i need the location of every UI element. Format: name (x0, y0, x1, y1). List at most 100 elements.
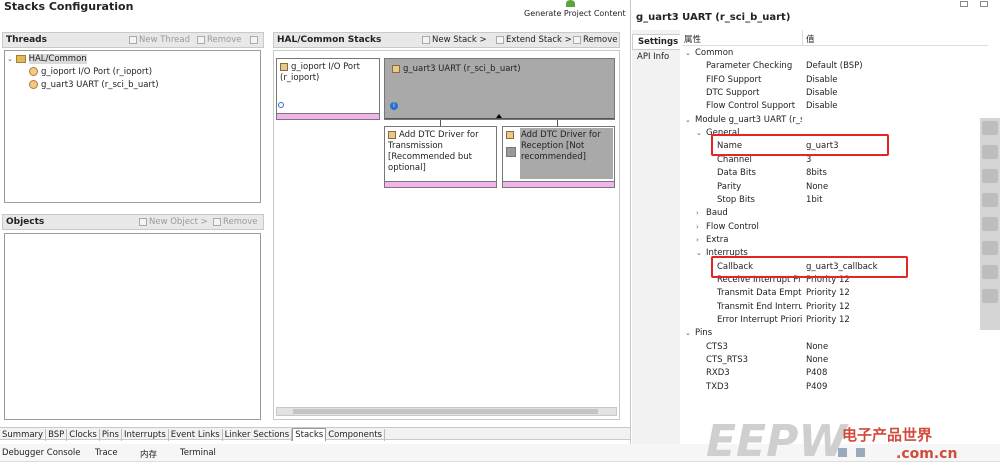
tab-summary[interactable]: Summary (0, 429, 47, 441)
tab-settings[interactable]: Settings (632, 34, 680, 50)
property-row[interactable]: Parameter Checking Default (BSP) (682, 60, 988, 73)
expand-icon[interactable]: ⌄ (696, 247, 702, 260)
toolbar-icon[interactable] (982, 217, 998, 231)
property-value[interactable]: Default (BSP) (806, 60, 863, 73)
remove-stack-button[interactable]: Remove (573, 33, 618, 47)
property-row[interactable]: TXD3 P409 (682, 381, 988, 394)
property-row[interactable]: ⌄ Pins (682, 327, 988, 340)
property-value[interactable]: None (806, 181, 828, 194)
collapse-icon[interactable] (250, 36, 258, 44)
expand-icon[interactable]: › (696, 207, 699, 220)
generate-icon[interactable] (566, 0, 575, 7)
property-value[interactable]: Priority 12 (806, 314, 850, 327)
property-row[interactable]: CTS3 None (682, 341, 988, 354)
new-stack-button[interactable]: New Stack > (422, 33, 487, 47)
remove-object-button[interactable]: Remove (213, 215, 258, 229)
expand-icon[interactable]: ⌄ (696, 127, 702, 140)
property-row[interactable]: ⌄ Common (682, 47, 988, 60)
tree-item-ioport[interactable]: g_ioport I/O Port (r_ioport) (29, 66, 152, 79)
new-thread-button[interactable]: New Thread (129, 33, 190, 47)
property-row[interactable]: Data Bits 8bits (682, 167, 988, 180)
property-row[interactable]: CTS_RTS3 None (682, 354, 988, 367)
property-value[interactable]: 8bits (806, 167, 827, 180)
property-row[interactable]: Stop Bits 1bit (682, 194, 988, 207)
property-row[interactable]: FIFO Support Disable (682, 74, 988, 87)
tab-linker-sections[interactable]: Linker Sections (223, 429, 293, 441)
toolbar-icon[interactable] (982, 121, 998, 135)
tab-bsp[interactable]: BSP (46, 429, 68, 441)
property-name: Baud (706, 208, 728, 219)
console-tool-icon[interactable] (856, 448, 865, 457)
property-row[interactable]: › Baud (682, 207, 988, 220)
new-object-button[interactable]: New Object > (139, 215, 208, 229)
expand-icon[interactable]: ⌄ (7, 55, 13, 63)
card-strip (385, 181, 496, 187)
scrollbar-thumb[interactable] (293, 409, 598, 414)
info-icon[interactable]: i (390, 102, 398, 110)
property-row[interactable]: Flow Control Support Disable (682, 100, 988, 113)
remove-object-label: Remove (223, 217, 258, 227)
toolbar-icon[interactable] (982, 193, 998, 207)
extend-stack-label: Extend Stack > (506, 35, 572, 45)
stack-card-dtc-tx[interactable]: Add DTC Driver for Transmission [Recomme… (384, 126, 497, 188)
tab-clocks[interactable]: Clocks (67, 429, 100, 441)
tree-item-hal-common[interactable]: ⌄ HAL/Common (7, 53, 87, 66)
tab-debugger-console[interactable]: Debugger Console (2, 448, 81, 458)
tab-stacks[interactable]: Stacks (292, 428, 327, 441)
expand-icon[interactable]: › (696, 221, 699, 234)
property-value[interactable]: Priority 12 (806, 287, 850, 300)
generate-project-content-button[interactable]: Generate Project Content (524, 9, 626, 18)
expand-icon[interactable]: ⌄ (685, 47, 691, 60)
property-row[interactable]: Error Interrupt Priority Priority 12 (682, 314, 988, 327)
property-value[interactable]: Disable (806, 87, 838, 100)
maximize-icon[interactable] (980, 1, 988, 7)
property-value[interactable]: None (806, 341, 828, 354)
property-value[interactable]: Disable (806, 100, 838, 113)
property-row[interactable]: Parity None (682, 181, 988, 194)
property-row[interactable]: › Extra (682, 234, 988, 247)
toolbar-icon[interactable] (982, 265, 998, 279)
objects-title: Objects (6, 217, 45, 227)
info-icon[interactable] (278, 102, 284, 108)
tree-item-uart3[interactable]: g_uart3 UART (r_sci_b_uart) (29, 79, 159, 92)
toolbar-icon[interactable] (982, 145, 998, 159)
property-row[interactable]: DTC Support Disable (682, 87, 988, 100)
expand-icon[interactable]: ⌄ (685, 327, 691, 340)
tab-components[interactable]: Components (326, 429, 385, 441)
toolbar-icon[interactable] (982, 169, 998, 183)
property-row[interactable]: ⌄ Module g_uart3 UART (r_sci (682, 114, 988, 127)
tab-api-info[interactable]: API Info (632, 50, 680, 64)
tab-interrupts[interactable]: Interrupts (122, 429, 169, 441)
property-value[interactable]: 1bit (806, 194, 823, 207)
horizontal-scrollbar[interactable] (276, 407, 617, 416)
property-value[interactable]: P409 (806, 381, 827, 394)
toolbar-icon[interactable] (982, 289, 998, 303)
property-row[interactable]: Transmit End Interrupt Priority 12 (682, 301, 988, 314)
tab-event-links[interactable]: Event Links (169, 429, 223, 441)
property-value[interactable]: P408 (806, 367, 827, 380)
tab-terminal[interactable]: Terminal (180, 448, 216, 458)
tab-trace[interactable]: Trace (95, 448, 118, 458)
expand-icon[interactable]: › (696, 234, 699, 247)
property-value[interactable]: Priority 12 (806, 301, 850, 314)
watermark-domain: .com.cn (896, 446, 958, 462)
property-value[interactable]: Disable (806, 74, 838, 87)
stack-card-ioport[interactable]: g_ioport I/O Port (r_ioport) (276, 58, 380, 120)
property-row[interactable]: › Flow Control (682, 221, 988, 234)
expand-icon[interactable]: ⌄ (685, 114, 691, 127)
property-name: Data Bits (717, 168, 756, 179)
stack-card-dtc-rx[interactable]: Add DTC Driver for Reception [Not recomm… (502, 126, 615, 188)
extend-stack-button[interactable]: Extend Stack > (496, 33, 572, 47)
tab-pins[interactable]: Pins (100, 429, 122, 441)
remove-thread-label: Remove (207, 35, 242, 45)
toolbar-icon[interactable] (982, 241, 998, 255)
remove-thread-button[interactable]: Remove (197, 33, 242, 47)
minimize-icon[interactable] (960, 1, 968, 7)
folder-icon (15, 54, 26, 63)
property-value[interactable]: None (806, 354, 828, 367)
property-row[interactable]: RXD3 P408 (682, 367, 988, 380)
property-row[interactable]: Transmit Data Empty I Priority 12 (682, 287, 988, 300)
tab-memory[interactable]: 内存 (140, 448, 157, 460)
stack-card-uart3[interactable]: g_uart3 UART (r_sci_b_uart) i (384, 58, 615, 120)
editor-tabs: Summary BSP Clocks Pins Interrupts Event Link… (0, 427, 630, 441)
